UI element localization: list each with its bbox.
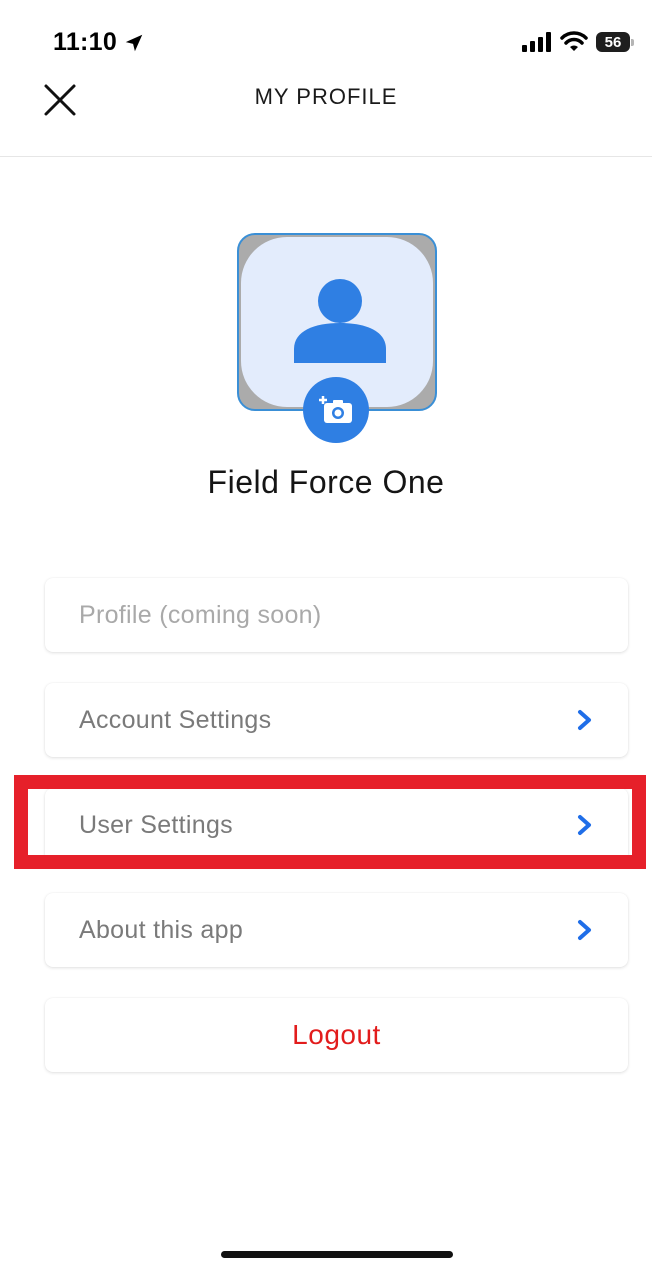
logout-button[interactable]: Logout	[45, 998, 628, 1072]
header: MY PROFILE	[0, 60, 652, 157]
battery-level: 56	[604, 33, 622, 51]
logout-label: Logout	[292, 1019, 381, 1050]
user-name: Field Force One	[207, 464, 445, 500]
chevron-right-icon	[578, 920, 591, 940]
account-settings-item[interactable]: Account Settings	[45, 683, 628, 757]
about-app-item[interactable]: About this app	[45, 893, 628, 967]
profile-item: Profile (coming soon)	[45, 578, 628, 652]
status-time: 11:10	[53, 28, 145, 57]
home-indicator	[221, 1251, 453, 1258]
status-time-text: 11:10	[53, 28, 118, 56]
account-settings-label: Account Settings	[79, 705, 272, 734]
wifi-icon	[560, 31, 588, 51]
about-app-label: About this app	[79, 915, 244, 944]
battery-cap	[631, 39, 634, 46]
profile-item-label: Profile (coming soon)	[79, 600, 322, 629]
chevron-right-icon	[578, 815, 591, 835]
status-indicators: 56	[522, 31, 634, 53]
add-photo-button[interactable]	[303, 377, 369, 443]
location-arrow-icon	[125, 34, 143, 51]
camera-add-icon	[319, 396, 352, 423]
chevron-right-icon	[578, 710, 591, 730]
battery-icon: 56	[596, 32, 634, 52]
person-icon	[294, 279, 386, 363]
user-settings-item[interactable]: User Settings	[45, 788, 628, 862]
page-title: MY PROFILE	[254, 84, 398, 109]
user-settings-label: User Settings	[79, 810, 233, 839]
signal-icon	[522, 32, 551, 52]
